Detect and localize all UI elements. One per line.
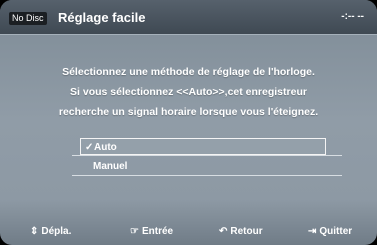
footer-exit-label: Quitter: [319, 226, 353, 237]
option-auto[interactable]: ✓ Auto: [80, 138, 326, 155]
footer-enter: ☞ Entrée: [130, 226, 173, 237]
check-icon: ✓: [85, 142, 94, 153]
footer-enter-label: Entrée: [141, 226, 174, 237]
up-down-arrows-icon: ⇕: [30, 226, 39, 237]
footer-back-label: Retour: [230, 226, 263, 237]
footer-move-label: Dépla.: [41, 226, 72, 237]
page-title: Réglage facile: [58, 10, 146, 25]
title-bar: No Disc Réglage facile -:-- --: [0, 0, 377, 35]
disc-status-badge: No Disc: [9, 12, 47, 25]
footer-help-bar: ⇕ Dépla. ☞ Entrée ↶ Retour ⇥ Quitter: [0, 196, 377, 245]
return-arrow-icon: ↶: [219, 226, 228, 237]
option-divider: [72, 155, 342, 156]
exit-icon: ⇥: [308, 226, 317, 237]
footer-move: ⇕ Dépla.: [30, 226, 71, 237]
instruction-line-2: Si vous sélectionnez <<Auto>>,cet enregi…: [70, 86, 307, 98]
instruction-line-1: Sélectionnez une méthode de réglage de l…: [62, 66, 315, 78]
footer-exit: ⇥ Quitter: [308, 226, 352, 237]
option-divider: [72, 175, 342, 176]
footer-back: ↶ Retour: [219, 226, 263, 237]
setup-screen: No Disc Réglage facile -:-- -- Sélection…: [0, 0, 377, 245]
option-manuel-label: Manuel: [93, 161, 128, 172]
enter-hand-icon: ☞: [130, 226, 139, 237]
instruction-line-3: recherche un signal horaire lorsque vous…: [58, 106, 319, 118]
option-manuel[interactable]: Manuel: [80, 158, 326, 175]
option-auto-label: Auto: [94, 142, 117, 153]
clock-display: -:-- --: [341, 11, 364, 22]
